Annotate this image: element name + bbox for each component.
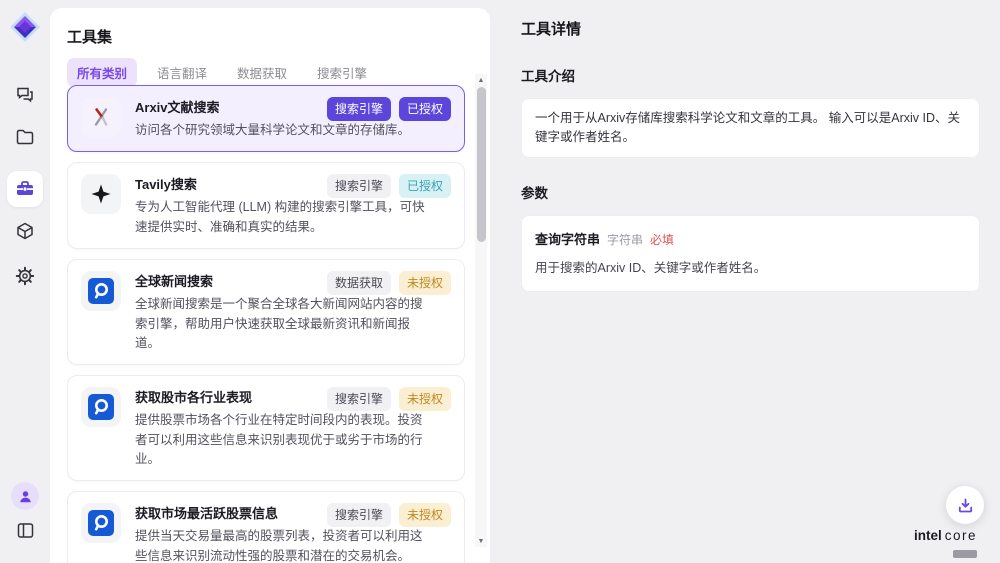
list-scrollbar[interactable]: ▲ ▼: [475, 74, 487, 547]
tool-card[interactable]: 获取市场最活跃股票信息 提供当天交易量最高的股票列表，投资者可以利用这些信息来识…: [67, 491, 465, 563]
gear-icon: [15, 266, 35, 286]
news-search-blue-icon: [81, 387, 121, 427]
sidebar-item-packages[interactable]: [0, 221, 50, 241]
tool-card[interactable]: 全球新闻搜索 全球新闻搜索是一个聚合全球各大新闻网站内容的搜索引擎，帮助用户快速…: [67, 259, 465, 365]
diamond-logo-icon: [10, 12, 40, 42]
tool-list: Arxiv文献搜索 访问各个研究领域大量科学论文和文章的存储库。 搜索引擎 已授…: [67, 85, 465, 563]
tavily-star-icon: [81, 174, 121, 214]
intro-card: 一个用于从Arxiv存储库搜索科学论文和文章的工具。 输入可以是Arxiv ID…: [521, 98, 980, 158]
app-logo[interactable]: [0, 12, 50, 42]
avatar: [11, 482, 39, 510]
tool-card[interactable]: Arxiv文献搜索 访问各个研究领域大量科学论文和文章的存储库。 搜索引擎 已授…: [67, 85, 465, 152]
tool-card[interactable]: Tavily搜索 专为人工智能代理 (LLM) 构建的搜索引擎工具，可快速提供实…: [67, 162, 465, 249]
param-type: 字符串: [607, 231, 643, 248]
sidebar-item-tools[interactable]: [7, 171, 43, 207]
toolbox-icon: [15, 179, 35, 199]
category-tab-2[interactable]: 数据获取: [227, 58, 297, 87]
auth-status-badge: 已授权: [399, 97, 451, 121]
auth-status-badge: 未授权: [399, 271, 451, 295]
category-tab-1[interactable]: 语言翻译: [147, 58, 217, 87]
category-badge: 搜索引擎: [327, 97, 391, 121]
chat-icon: [15, 84, 35, 104]
auth-status-badge: 已授权: [399, 174, 451, 198]
page-title: 工具集: [67, 26, 112, 47]
news-search-blue-icon: [81, 271, 121, 311]
scroll-thumb[interactable]: [477, 87, 486, 242]
scroll-down-arrow[interactable]: ▼: [475, 535, 487, 547]
category-tab-0[interactable]: 所有类别: [67, 58, 137, 87]
params-heading: 参数: [521, 182, 980, 202]
brand-intel-text: intel: [914, 528, 942, 543]
tool-card[interactable]: 获取股市各行业表现 提供股票市场各个行业在特定时间段内的表现。投资者可以利用这些…: [67, 375, 465, 481]
param-name: 查询字符串: [535, 229, 600, 248]
intro-text: 一个用于从Arxiv存储库搜索科学论文和文章的工具。 输入可以是Arxiv ID…: [535, 111, 960, 144]
download-icon: [957, 497, 974, 514]
tool-list-panel: 工具集 所有类别 语言翻译 数据获取 搜索引擎 Arxiv文献搜索 访问各个研究…: [50, 8, 490, 563]
param-description: 用于搜索的Arxiv ID、关键字或作者姓名。: [535, 257, 966, 276]
sidebar: [0, 0, 50, 563]
auth-status-badge: 未授权: [399, 503, 451, 527]
brand-core-text: core: [945, 528, 977, 543]
sidebar-item-files[interactable]: [0, 127, 50, 147]
sidebar-item-collapse[interactable]: [0, 521, 50, 540]
panel-layout-icon: [16, 521, 35, 540]
tool-description: 访问各个研究领域大量科学论文和文章的存储库。: [135, 121, 427, 140]
tool-description: 全球新闻搜索是一个聚合全球各大新闻网站内容的搜索引擎，帮助用户快速获取全球最新资…: [135, 295, 427, 353]
category-badge: 搜索引擎: [327, 387, 391, 411]
arxiv-logo-icon: [81, 97, 121, 137]
sidebar-item-chat[interactable]: [0, 84, 50, 104]
tool-description: 提供当天交易量最高的股票列表，投资者可以利用这些信息来识别流动性强的股票和潜在的…: [135, 527, 427, 563]
auth-status-badge: 未授权: [399, 387, 451, 411]
tool-description: 专为人工智能代理 (LLM) 构建的搜索引擎工具，可快速提供实时、准确和真实的结…: [135, 198, 427, 237]
cube-icon: [15, 221, 35, 241]
category-badge: 搜索引擎: [327, 174, 391, 198]
category-badge: 数据获取: [327, 271, 391, 295]
folder-icon: [15, 127, 35, 147]
user-icon: [18, 489, 33, 504]
tool-details-panel: 工具详情 工具介绍 一个用于从Arxiv存储库搜索科学论文和文章的工具。 输入可…: [505, 0, 1000, 563]
tool-description: 提供股票市场各个行业在特定时间段内的表现。投资者可以利用这些信息来识别表现优于或…: [135, 411, 427, 469]
download-button[interactable]: [946, 486, 984, 524]
scroll-up-arrow[interactable]: ▲: [475, 74, 487, 86]
category-badge: 搜索引擎: [327, 503, 391, 527]
details-title: 工具详情: [521, 18, 980, 39]
intel-core-logo: intelcore: [914, 527, 977, 563]
param-card: 查询字符串 字符串 必填 用于搜索的Arxiv ID、关键字或作者姓名。: [521, 215, 980, 292]
news-search-blue-icon: [81, 503, 121, 543]
intel-ultra-badge: [953, 550, 977, 558]
sidebar-item-settings[interactable]: [0, 266, 50, 286]
sidebar-item-account[interactable]: [0, 482, 50, 510]
intro-heading: 工具介绍: [521, 65, 980, 85]
category-tabs: 所有类别 语言翻译 数据获取 搜索引擎: [67, 58, 377, 87]
param-required-flag: 必填: [650, 231, 674, 248]
category-tab-3[interactable]: 搜索引擎: [307, 58, 377, 87]
